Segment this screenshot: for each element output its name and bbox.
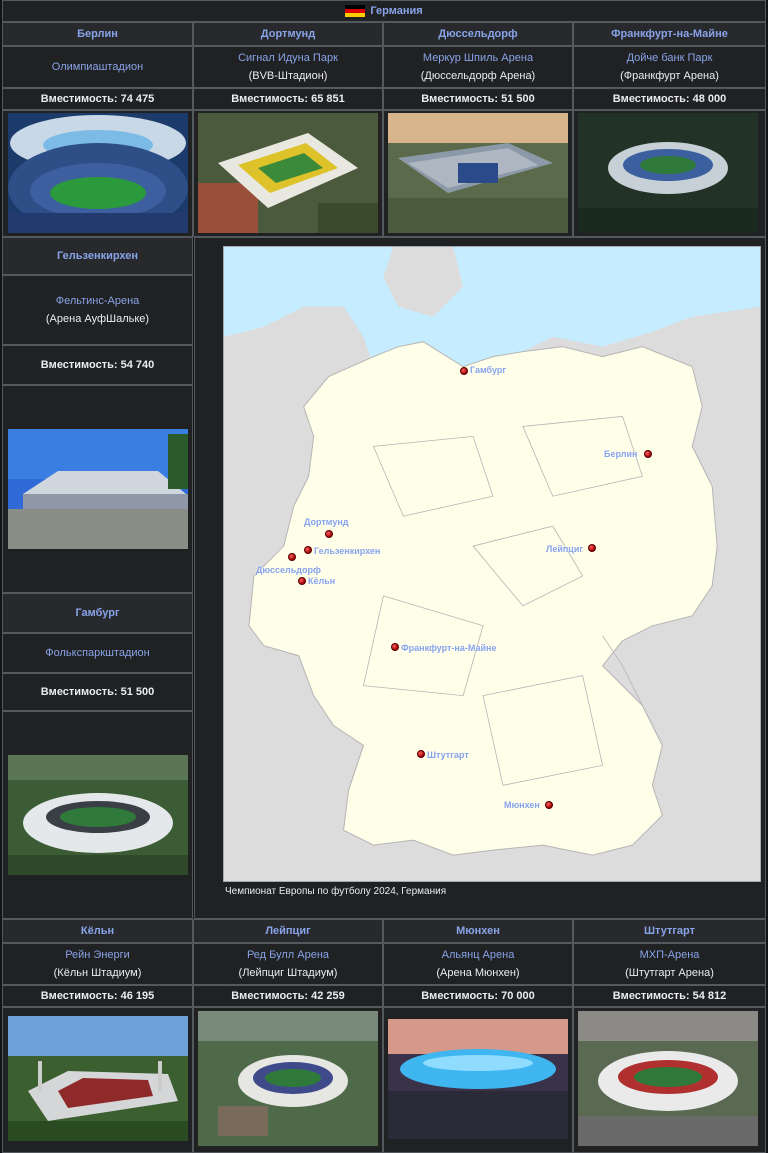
germany-map[interactable] [223,246,761,882]
stadium-cell: Сигнал Идуна Парк (BVB-Штадион) [193,46,383,88]
map-caption: Чемпионат Европы по футболу 2024, Герман… [225,886,447,897]
stadium-link[interactable]: Олимпиаштадион [52,58,143,76]
stadium-link[interactable]: Ред Булл Арена [247,946,329,964]
stadium-cell: Дойче банк Парк (Франкфурт Арена) [573,46,766,88]
stadium-link[interactable]: Дойче банк Парк [627,49,713,67]
signal-iduna-park-photo[interactable] [198,113,378,233]
city-link[interactable]: Мюнхен [456,922,500,940]
capacity-cell: Вместимость: 46 195 [2,985,193,1007]
capacity-cell: Вместимость: 70 000 [383,985,573,1007]
city-link[interactable]: Дортмунд [261,25,315,43]
city-link[interactable]: Гельзенкирхен [57,247,138,265]
city-link[interactable]: Франкфурт-на-Майне [611,25,728,43]
map-label-munich[interactable]: Мюнхен [504,800,540,810]
mhp-arena-photo[interactable] [578,1011,758,1146]
stadium-link[interactable]: Рейн Энерги [65,946,130,964]
hamburg-marker-icon[interactable] [460,367,468,375]
stadium-cell: Рейн Энерги (Кёльн Штадиум) [2,943,193,985]
capacity-cell: Вместимость: 48 000 [573,88,766,110]
map-label-stuttgart[interactable]: Штутгарт [427,750,469,760]
volksparkstadion-photo[interactable] [8,755,188,875]
city-link[interactable]: Берлин [77,25,118,43]
map-label-hamburg[interactable]: Гамбург [470,365,506,375]
map-label-koln[interactable]: Кёльн [308,576,335,586]
red-bull-arena-photo[interactable] [198,1011,378,1146]
stadium-link[interactable]: Фолькспаркштадион [45,644,149,662]
stadium-cell: Фельтинс-Арена (Арена АуфШальке) [2,275,193,345]
city-link[interactable]: Дюссельдорф [438,25,517,43]
stadium-link[interactable]: Сигнал Идуна Парк [238,49,338,67]
stadium-alt-name: (Кёльн Штадиум) [53,967,142,979]
map-label-gelsenkirchen[interactable]: Гельзенкирхен [314,546,380,556]
capacity-cell: Вместимость: 54 740 [2,345,193,385]
city-header-frankfurt: Франкфурт-на-Майне [573,22,766,46]
city-header-koln: Кёльн [2,919,193,943]
capacity-cell: Вместимость: 74 475 [2,88,193,110]
capacity-cell: Вместимость: 42 259 [193,985,383,1007]
stuttgart-marker-icon[interactable] [417,750,425,758]
stadium-cell: Фолькспаркштадион [2,633,193,673]
city-header-dusseldorf: Дюссельдорф [383,22,573,46]
stadium-link[interactable]: Меркур Шпиль Арена [423,49,533,67]
leipzig-marker-icon[interactable] [588,544,596,552]
city-header-leipzig: Лейпциг [193,919,383,943]
city-link[interactable]: Штутгарт [644,922,695,940]
berlin-marker-icon[interactable] [644,450,652,458]
merkur-spiel-arena-photo[interactable] [388,113,568,233]
city-link[interactable]: Лейпциг [265,922,310,940]
city-header-berlin: Берлин [2,22,193,46]
germany-flag-icon [345,4,366,18]
stadium-cell: МХП-Арена (Штутгарт Арена) [573,943,766,985]
stadium-cell: Ред Булл Арена (Лейпциг Штадиум) [193,943,383,985]
dusseldorf-marker-icon[interactable] [288,553,296,561]
stadium-link[interactable]: Фельтинс-Арена [56,292,140,310]
capacity-cell: Вместимость: 54 812 [573,985,766,1007]
city-header-dortmund: Дортмунд [193,22,383,46]
stadium-alt-name: (Арена Мюнхен) [436,967,520,979]
map-label-frankfurt[interactable]: Франкфурт-на-Майне [401,643,496,653]
map-label-leipzig[interactable]: Лейпциг [546,544,583,554]
stadium-cell: Альянц Арена (Арена Мюнхен) [383,943,573,985]
deutsche-bank-park-photo[interactable] [578,113,758,233]
capacity-cell: Вместимость: 51 500 [383,88,573,110]
stadium-alt-name: (BVB-Штадион) [248,70,328,82]
stadium-link[interactable]: Альянц Арена [442,946,515,964]
stadium-alt-name: (Дюссельдорф Арена) [420,70,536,82]
city-header-gelsenkirchen: Гельзенкирхен [2,237,193,275]
map-label-dusseldorf[interactable]: Дюссельдорф [256,565,321,575]
city-header-hamburg: Гамбург [2,593,193,633]
koln-marker-icon[interactable] [298,577,306,585]
munich-marker-icon[interactable] [545,801,553,809]
stadium-alt-name: (Штутгарт Арена) [625,967,714,979]
map-label-berlin[interactable]: Берлин [604,449,637,459]
frankfurt-marker-icon[interactable] [391,643,399,651]
map-label-dortmund[interactable]: Дортмунд [304,517,349,527]
capacity-cell: Вместимость: 51 500 [2,673,193,711]
olympiastadion-photo[interactable] [8,113,188,233]
stadium-alt-name: (Франкфурт Арена) [620,70,719,82]
capacity-cell: Вместимость: 65 851 [193,88,383,110]
stadium-cell: Олимпиаштадион [2,46,193,88]
allianz-arena-photo[interactable] [388,1019,568,1139]
table-title: Германия [2,0,766,22]
stadium-alt-name: (Лейпциг Штадиум) [238,967,338,979]
stadium-link[interactable]: МХП-Арена [640,946,700,964]
veltins-arena-photo[interactable] [8,429,188,549]
map-cell: Чемпионат Европы по футболу 2024, Герман… [194,237,766,919]
city-link[interactable]: Кёльн [81,922,114,940]
gelsenkirchen-marker-icon[interactable] [304,546,312,554]
stadium-alt-name: (Арена АуфШальке) [45,313,150,325]
city-link[interactable]: Гамбург [75,604,119,622]
rheinenergie-stadion-photo[interactable] [8,1016,188,1141]
country-link[interactable]: Германия [370,5,422,17]
dortmund-marker-icon[interactable] [325,530,333,538]
city-header-munich: Мюнхен [383,919,573,943]
city-header-stuttgart: Штутгарт [573,919,766,943]
stadium-cell: Меркур Шпиль Арена (Дюссельдорф Арена) [383,46,573,88]
